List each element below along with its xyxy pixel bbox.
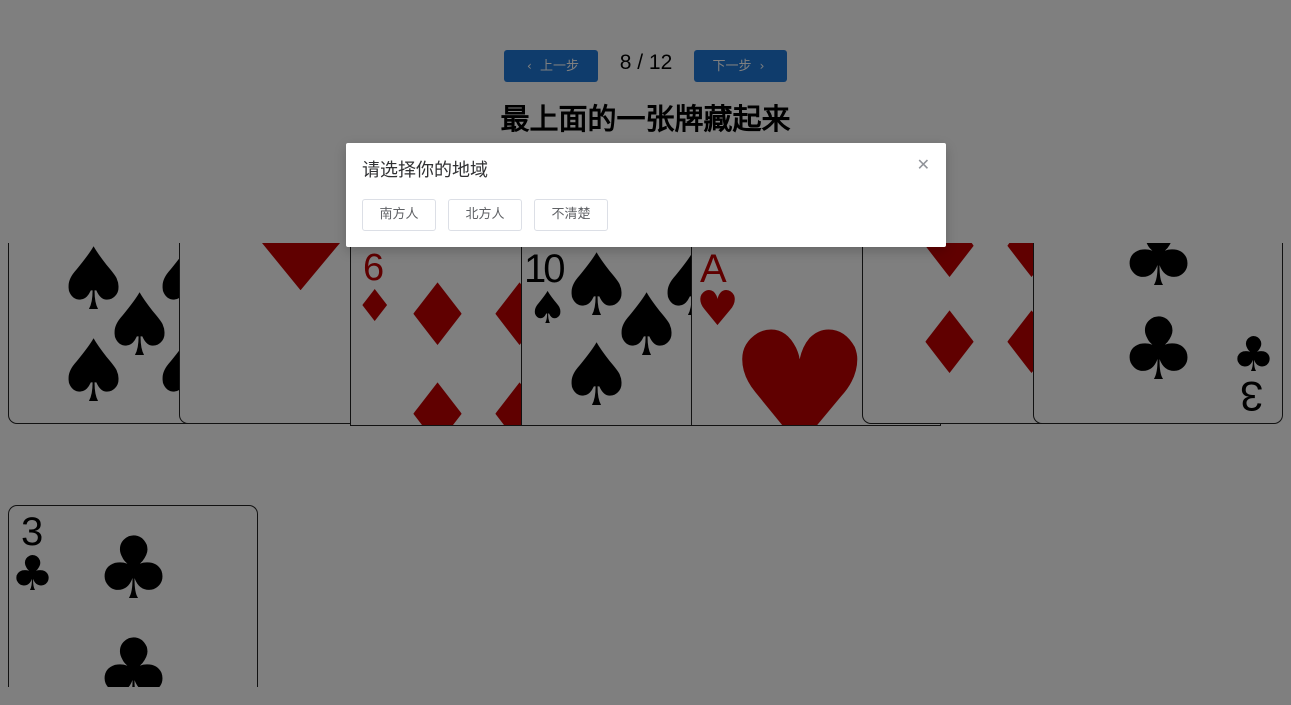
modal-overlay[interactable] [0, 0, 1291, 705]
dialog-title: 请选择你的地域 [362, 160, 488, 181]
close-icon[interactable]: ✕ [917, 155, 930, 175]
option-north-button[interactable]: 北方人 [448, 199, 522, 231]
region-dialog: 请选择你的地域 ✕ 南方人 北方人 不清楚 [346, 143, 946, 247]
option-south-button[interactable]: 南方人 [362, 199, 436, 231]
option-unsure-button[interactable]: 不清楚 [534, 199, 608, 231]
